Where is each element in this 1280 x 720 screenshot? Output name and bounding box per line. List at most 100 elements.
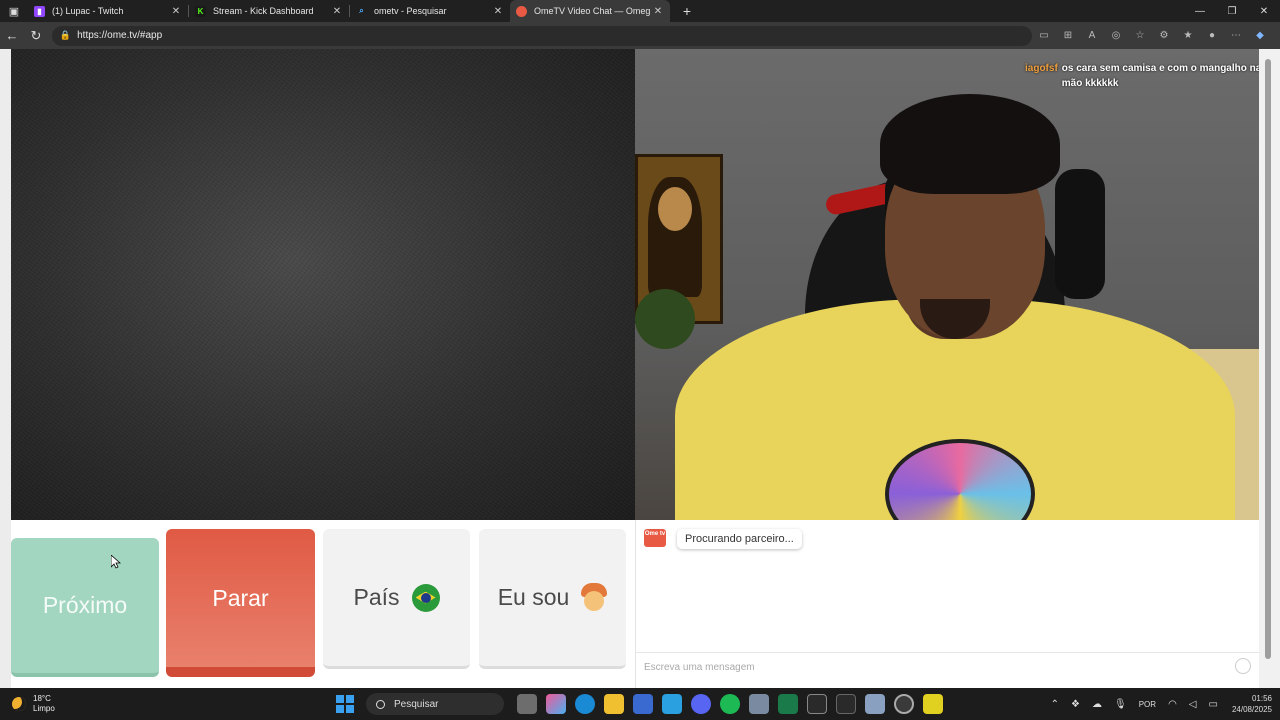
ometv-icon xyxy=(516,5,527,17)
refresh-icon[interactable]: ↻ xyxy=(24,28,48,44)
taskbar-search[interactable]: Pesquisar xyxy=(366,693,504,715)
lock-icon[interactable]: 🔒 xyxy=(60,30,71,41)
weather-desc: Limpo xyxy=(33,704,55,713)
kick-icon: K xyxy=(195,5,206,17)
remote-video xyxy=(11,49,635,520)
store-icon[interactable] xyxy=(632,694,653,714)
microphone-icon[interactable]: 🎙 xyxy=(1114,699,1127,710)
close-window-icon[interactable]: ✕ xyxy=(1248,6,1280,17)
page-margin xyxy=(0,49,11,688)
tab-kick[interactable]: K Stream - Kick Dashboard ✕ xyxy=(189,0,349,22)
streaming-app-icon[interactable] xyxy=(777,694,798,714)
url-input[interactable]: 🔒 https://ome.tv/#app xyxy=(51,25,1032,46)
weather-text: 18°C Limpo xyxy=(33,694,55,714)
toolbar-icons: ▭ ⊞ A ◎ ☆ ⚙ ★ ● ⋯ ◆ xyxy=(1032,30,1272,41)
browser-tab-bar: ▣ ▮ (1) Lupac - Twitch ✕ K Stream - Kick… xyxy=(0,0,1280,22)
chat-panel: Ome tv Procurando parceiro... Escreva um… xyxy=(635,520,1260,688)
logo-text: Ome tv xyxy=(644,531,666,537)
local-video: iagofsf os cara sem camisa e com o manga… xyxy=(635,49,1259,520)
tab-title: ometv - Pesquisar xyxy=(374,6,447,16)
discord-icon[interactable] xyxy=(690,694,711,714)
status-message: Procurando parceiro... xyxy=(677,529,802,549)
task-view-icon[interactable] xyxy=(516,694,537,714)
app-icon[interactable] xyxy=(661,694,682,714)
taskbar-search-text: Pesquisar xyxy=(394,698,439,710)
message-placeholder: Escreva uma mensagem xyxy=(644,662,755,673)
moon-icon xyxy=(12,697,26,711)
spotify-icon[interactable] xyxy=(719,694,740,714)
restore-icon[interactable]: ❐ xyxy=(1216,6,1248,17)
next-button[interactable]: Próximo xyxy=(11,538,159,677)
cloud-icon[interactable]: ☁ xyxy=(1092,699,1102,710)
tab-title: (1) Lupac - Twitch xyxy=(52,6,124,16)
next-button-label: Próximo xyxy=(42,592,128,618)
close-icon[interactable]: ✕ xyxy=(492,6,504,17)
person-hair xyxy=(880,94,1060,194)
search-icon xyxy=(376,699,385,709)
chat-message: os cara sem camisa e com o mangalho na m… xyxy=(1061,63,1259,89)
tab-ometv[interactable]: OmeTV Video Chat — Omeg ✕ xyxy=(510,0,670,22)
battery-icon[interactable]: ▭ xyxy=(1209,699,1218,710)
read-aloud-icon[interactable]: A xyxy=(1080,30,1104,41)
taskbar-apps: Pesquisar xyxy=(336,688,947,720)
capcut-icon[interactable] xyxy=(806,694,827,714)
tab-actions-icon[interactable]: ▣ xyxy=(0,0,28,22)
app-icon-2[interactable] xyxy=(835,694,856,714)
i-am-button[interactable]: Eu sou xyxy=(479,529,626,669)
tab-title: Stream - Kick Dashboard xyxy=(213,6,314,16)
favorite-star-icon[interactable]: ☆ xyxy=(1128,30,1152,41)
search-icon: ⌕ xyxy=(359,6,364,15)
stream-chat-overlay: iagofsf os cara sem camisa e com o manga… xyxy=(1025,61,1259,91)
tab-search[interactable]: ⌕ ometv - Pesquisar ✕ xyxy=(350,0,510,22)
window-controls: — ❐ ✕ xyxy=(1184,6,1280,17)
chat-username: iagofsf xyxy=(1025,63,1058,74)
dropbox-icon[interactable]: ❖ xyxy=(1071,699,1080,710)
profile-icon[interactable]: ● xyxy=(1200,30,1224,41)
page-scrollbar[interactable] xyxy=(1259,49,1280,688)
edge-icon[interactable] xyxy=(574,694,595,714)
volume-icon[interactable]: ◁ xyxy=(1189,699,1197,710)
file-explorer-icon[interactable] xyxy=(603,694,624,714)
notes-icon[interactable] xyxy=(922,694,943,714)
emoji-icon[interactable] xyxy=(1235,658,1251,674)
clock[interactable]: 01:56 24/08/2025 xyxy=(1232,693,1272,715)
more-icon[interactable]: ⋯ xyxy=(1224,30,1248,41)
translate-icon[interactable]: ◎ xyxy=(1104,30,1128,41)
url-text: https://ome.tv/#app xyxy=(77,30,163,41)
obs-icon[interactable] xyxy=(893,694,914,714)
minimize-icon[interactable]: — xyxy=(1184,6,1216,17)
new-tab-button[interactable]: + xyxy=(676,3,698,19)
close-icon[interactable]: ✕ xyxy=(331,6,343,17)
address-bar-row: ← ↻ 🔒 https://ome.tv/#app ▭ ⊞ A ◎ ☆ ⚙ ★ … xyxy=(0,22,1280,49)
weather-temp: 18°C xyxy=(33,694,51,703)
i-am-button-label: Eu sou xyxy=(497,584,570,610)
language-indicator[interactable]: POR xyxy=(1139,700,1156,709)
status-text: Procurando parceiro... xyxy=(685,533,794,545)
boy-avatar-icon xyxy=(581,582,608,613)
close-icon[interactable]: ✕ xyxy=(652,6,664,17)
headphones-right xyxy=(1055,169,1105,299)
apps-icon[interactable]: ⊞ xyxy=(1056,30,1080,41)
scrollbar-thumb[interactable] xyxy=(1265,59,1271,659)
back-icon[interactable]: ← xyxy=(0,28,24,43)
video-static xyxy=(11,49,635,520)
twitch-icon: ▮ xyxy=(34,5,45,17)
copilot-app-icon[interactable] xyxy=(545,694,566,714)
settings-icon[interactable] xyxy=(748,694,769,714)
country-button-label: País xyxy=(353,584,400,610)
copilot-icon[interactable]: ◆ xyxy=(1248,30,1272,41)
camera-icon[interactable]: ▭ xyxy=(1032,30,1056,41)
windows-start-icon[interactable] xyxy=(336,695,354,713)
close-icon[interactable]: ✕ xyxy=(170,6,182,17)
wifi-icon[interactable]: ◠ xyxy=(1168,699,1177,710)
calculator-icon[interactable] xyxy=(864,694,885,714)
country-button[interactable]: País xyxy=(323,529,470,669)
weather-widget[interactable]: 18°C Limpo xyxy=(12,694,55,714)
extensions-icon[interactable]: ⚙ xyxy=(1152,30,1176,41)
chevron-up-icon[interactable]: ⌃ xyxy=(1051,699,1059,710)
stop-button[interactable]: Parar xyxy=(166,529,315,677)
tab-twitch[interactable]: ▮ (1) Lupac - Twitch ✕ xyxy=(28,0,188,22)
message-input[interactable]: Escreva uma mensagem xyxy=(636,652,1260,682)
ometv-logo-icon: Ome tv xyxy=(644,529,666,547)
favorites-icon[interactable]: ★ xyxy=(1176,30,1200,41)
